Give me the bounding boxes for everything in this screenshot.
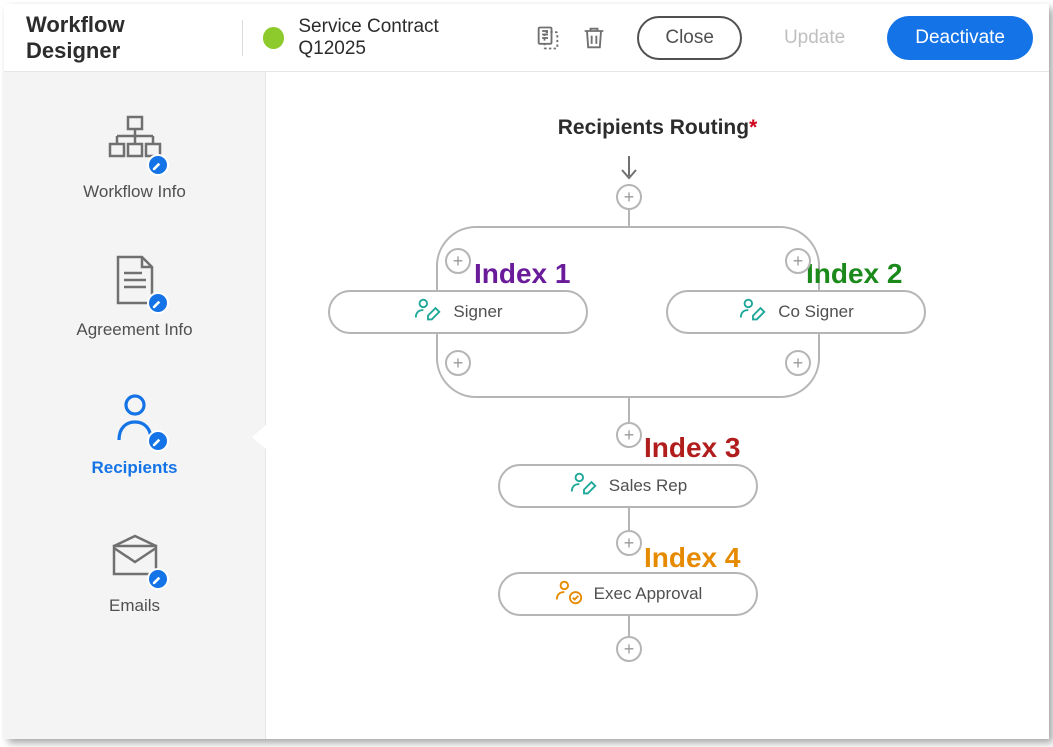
recipient-label: Signer	[453, 302, 502, 322]
nav-active-pointer	[252, 425, 266, 449]
sidebar-item-label: Recipients	[92, 458, 178, 478]
connector	[628, 398, 630, 422]
edit-badge-icon	[147, 154, 169, 176]
approver-icon	[554, 578, 584, 611]
connector	[628, 508, 630, 530]
header-bar: Workflow Designer Service Contract Q1202…	[4, 4, 1049, 72]
status-indicator	[263, 27, 285, 49]
edit-badge-icon	[147, 292, 169, 314]
sidebar-item-recipients[interactable]: Recipients	[4, 368, 265, 506]
signer-icon	[569, 470, 599, 503]
sidebar-item-label: Emails	[109, 596, 160, 616]
edit-badge-icon	[147, 430, 169, 452]
index-2-label: Index 2	[806, 258, 902, 290]
routing-canvas: Recipients Routing* + Index 1 Index 2 + …	[266, 72, 1049, 739]
sidebar-item-emails[interactable]: Emails	[4, 506, 265, 644]
update-button: Update	[756, 16, 873, 60]
divider	[242, 20, 243, 56]
recipient-signer[interactable]: Signer	[328, 290, 588, 334]
add-recipient-top[interactable]: +	[616, 184, 642, 210]
index-4-label: Index 4	[644, 542, 740, 574]
recipient-label: Sales Rep	[609, 476, 687, 496]
recipient-exec-approval[interactable]: Exec Approval	[498, 572, 758, 616]
page-title: Workflow Designer	[26, 12, 222, 64]
emails-icon	[105, 526, 165, 586]
connector	[628, 210, 630, 226]
recipient-label: Exec Approval	[594, 584, 703, 604]
sidebar-item-agreement-info[interactable]: Agreement Info	[4, 230, 265, 368]
recipient-label: Co Signer	[778, 302, 854, 322]
workflow-name: Service Contract Q12025	[298, 16, 508, 60]
body: Workflow Info Agreement Info	[4, 72, 1049, 739]
app-window: Workflow Designer Service Contract Q1202…	[4, 4, 1049, 739]
sidebar: Workflow Info Agreement Info	[4, 72, 266, 739]
index-1-label: Index 1	[474, 258, 570, 290]
delete-icon[interactable]	[578, 22, 610, 54]
recipient-salesrep[interactable]: Sales Rep	[498, 464, 758, 508]
canvas-title: Recipients Routing*	[266, 116, 1049, 140]
deactivate-button[interactable]: Deactivate	[887, 16, 1033, 60]
add-before-cosigner[interactable]: +	[785, 248, 811, 274]
agreement-info-icon	[105, 250, 165, 310]
sidebar-item-workflow-info[interactable]: Workflow Info	[4, 92, 265, 230]
add-before-exec[interactable]: +	[616, 530, 642, 556]
arrow-down-icon	[618, 154, 640, 187]
index-3-label: Index 3	[644, 432, 740, 464]
sidebar-item-label: Workflow Info	[83, 182, 186, 202]
recipient-cosigner[interactable]: Co Signer	[666, 290, 926, 334]
add-after-signer[interactable]: +	[445, 350, 471, 376]
signer-icon	[413, 296, 443, 329]
sidebar-item-label: Agreement Info	[76, 320, 192, 340]
recipients-icon	[105, 388, 165, 448]
add-after-exec[interactable]: +	[616, 636, 642, 662]
edit-badge-icon	[147, 568, 169, 590]
add-before-signer[interactable]: +	[445, 248, 471, 274]
clone-icon[interactable]	[532, 22, 564, 54]
connector	[628, 616, 630, 636]
close-button[interactable]: Close	[637, 16, 742, 60]
add-before-salesrep[interactable]: +	[616, 422, 642, 448]
add-after-cosigner[interactable]: +	[785, 350, 811, 376]
workflow-info-icon	[105, 112, 165, 172]
signer-icon	[738, 296, 768, 329]
